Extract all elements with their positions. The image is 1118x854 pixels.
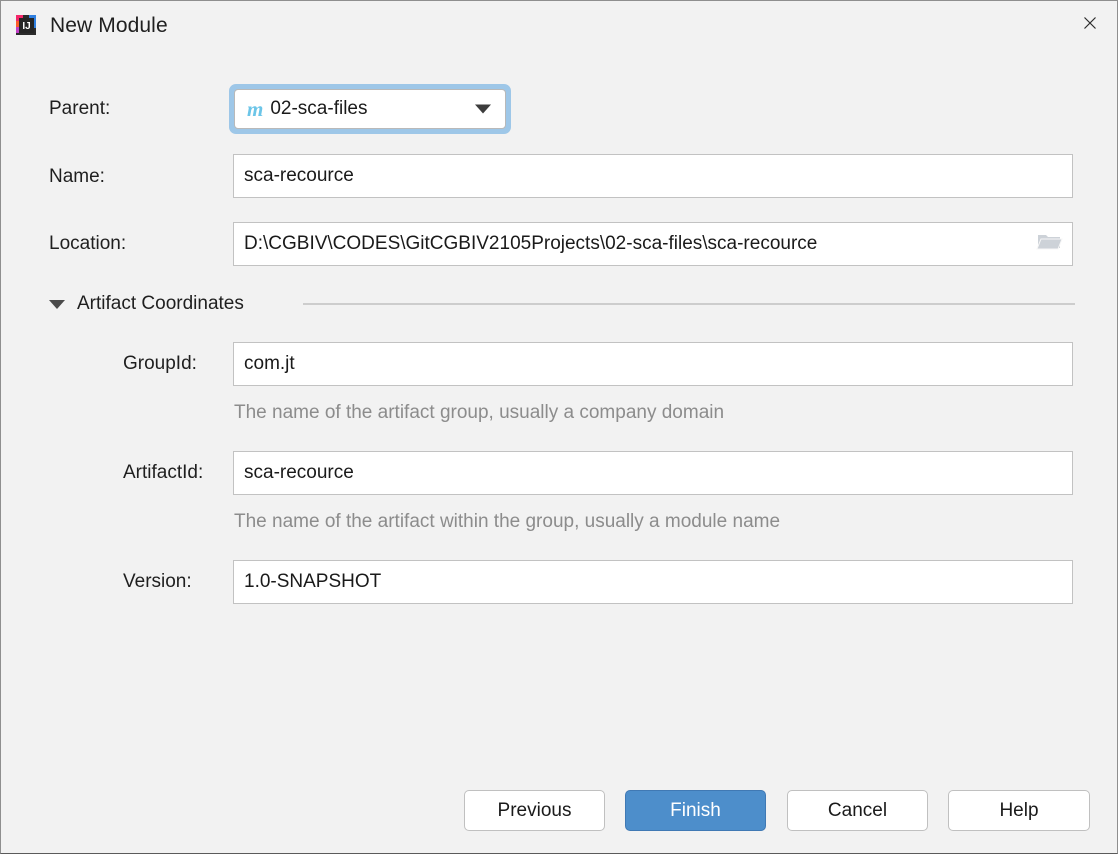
artifact-coordinates-title: Artifact Coordinates (77, 293, 244, 314)
name-label: Name: (49, 166, 105, 187)
new-module-dialog: IJ New Module Parent: m 02-sca-files Nam… (0, 0, 1118, 854)
section-separator (303, 303, 1075, 305)
svg-text:IJ: IJ (22, 21, 30, 32)
version-label: Version: (123, 571, 192, 592)
previous-button[interactable]: Previous (464, 790, 605, 831)
group-id-input[interactable]: com.jt (233, 342, 1073, 386)
parent-combo-focus-ring: m 02-sca-files (229, 84, 511, 134)
group-id-input-value: com.jt (244, 353, 295, 374)
artifact-id-input[interactable]: sca-recource (233, 451, 1073, 495)
cancel-button[interactable]: Cancel (787, 790, 928, 831)
help-button[interactable]: Help (948, 790, 1090, 831)
parent-combo-value: 02-sca-files (270, 98, 368, 119)
title-bar: IJ New Module (1, 1, 1117, 55)
intellij-idea-icon: IJ (14, 13, 38, 37)
artifact-coordinates-section-header[interactable]: Artifact Coordinates (49, 289, 244, 319)
artifact-id-input-value: sca-recource (244, 462, 354, 483)
group-id-hint: The name of the artifact group, usually … (234, 402, 725, 423)
artifact-id-label: ArtifactId: (123, 462, 204, 483)
name-input[interactable]: sca-recource (233, 154, 1073, 198)
version-input[interactable]: 1.0-SNAPSHOT (233, 560, 1073, 604)
location-input[interactable]: D:\CGBIV\CODES\GitCGBIV2105Projects\02-s… (233, 222, 1073, 266)
location-label: Location: (49, 233, 127, 254)
close-button[interactable] (1063, 1, 1117, 45)
maven-icon: m (247, 96, 264, 121)
version-input-value: 1.0-SNAPSHOT (244, 571, 382, 592)
parent-combobox[interactable]: m 02-sca-files (234, 89, 506, 129)
artifact-id-hint: The name of the artifact within the grou… (234, 511, 781, 532)
group-id-label: GroupId: (123, 353, 197, 374)
window-title: New Module (50, 14, 168, 37)
name-input-value: sca-recource (244, 165, 354, 186)
chevron-down-icon (49, 299, 65, 309)
parent-label: Parent: (49, 98, 111, 119)
folder-icon[interactable] (1036, 230, 1064, 258)
chevron-down-icon (475, 104, 491, 114)
close-icon (1084, 17, 1096, 29)
finish-button[interactable]: Finish (625, 790, 766, 831)
location-input-value: D:\CGBIV\CODES\GitCGBIV2105Projects\02-s… (244, 233, 818, 254)
